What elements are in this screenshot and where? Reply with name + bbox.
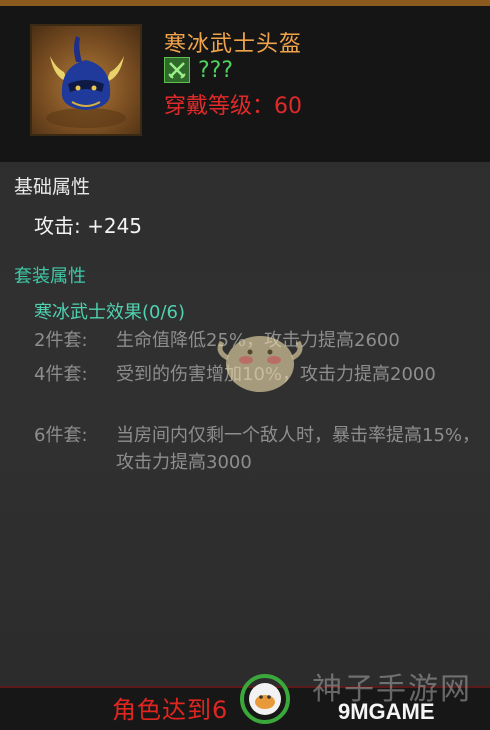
helmet-icon (46, 36, 126, 128)
attack-stat: 攻击: +245 (34, 214, 143, 238)
equip-level: 穿戴等级：60 (164, 94, 302, 119)
item-icon-frame[interactable] (30, 24, 142, 136)
item-tooltip-panel: 寒冰武士头盔 ??? 穿戴等级：60 基础属性 攻击: +245 套装属性 寒冰… (0, 0, 490, 730)
class-row: ??? (164, 56, 233, 84)
watermark-logo-icon (240, 674, 290, 724)
item-name: 寒冰武士头盔 (164, 32, 303, 57)
set-bonus-label: 2件套: (34, 330, 88, 351)
crossed-swords-icon (164, 57, 190, 83)
watermark-site-code: 9MGAME (338, 699, 435, 724)
level-requirement-footer: 角色达到6 (112, 696, 229, 724)
class-requirement: ??? (198, 57, 234, 83)
base-attributes-title: 基础属性 (14, 176, 91, 198)
set-bonus-label: 6件套: (34, 425, 88, 446)
watermark-mascot-icon (217, 336, 303, 392)
set-name: 寒冰武士效果(0/6) (34, 302, 186, 323)
set-bonus-text: 当房间内仅剩一个敌人时，暴击率提高15%，攻击力提高3000 (116, 425, 481, 473)
set-bonus-6: 6件套: 当房间内仅剩一个敌人时，暴击率提高15%，攻击力提高3000 (34, 422, 482, 476)
set-attributes-title: 套装属性 (14, 266, 86, 287)
set-bonus-label: 4件套: (34, 364, 88, 385)
